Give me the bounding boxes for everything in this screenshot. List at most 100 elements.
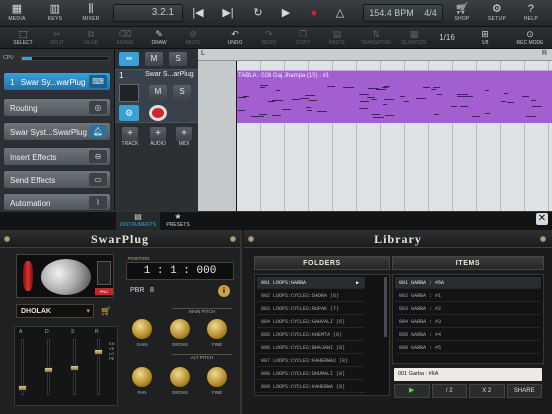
metronome-icon[interactable]: △	[332, 5, 348, 21]
folder-row[interactable]: 003 LOOPS:CYCLES:RUPAK (7)	[257, 303, 365, 315]
snap-button[interactable]: ⊞ 1/8	[470, 28, 500, 48]
keys-button[interactable]: ▥ KEYS	[42, 2, 68, 25]
track-solo-button[interactable]: S	[173, 85, 191, 100]
playhead[interactable]	[236, 61, 237, 211]
undo-button[interactable]: ↶ UNDO	[218, 28, 252, 48]
item-row[interactable]: 003 GARBA : #2	[395, 303, 541, 315]
share-button[interactable]: SHARE	[506, 384, 542, 398]
paste-button[interactable]: ▤ PASTE	[320, 28, 354, 48]
select-tool[interactable]: ⬚ SELECT	[6, 28, 40, 48]
midi-clip[interactable]: TABLA : 028 Gaj Jhampa (15) : #1	[236, 70, 552, 123]
item-row[interactable]: 002 GARBA : #1	[395, 290, 541, 302]
routing-item[interactable]: Routing ◎	[3, 98, 111, 117]
items-list[interactable]: 001 GARBA : #6A 002 GARBA : #1 003 GARBA :…	[392, 274, 544, 364]
instrument-select[interactable]: DHOLAK ▾	[16, 304, 94, 318]
item-row[interactable]: 005 GARBA : #4	[395, 329, 541, 341]
envelope-panel: A D S R ENVELOPE	[14, 326, 118, 406]
play-icon[interactable]: ▶	[278, 5, 294, 21]
folder-row[interactable]: 006 LOOPS:CYCLES:BHAJANI (8)	[257, 342, 365, 354]
add-audio-button[interactable]: + AUDIO	[147, 127, 169, 147]
draw-tool[interactable]: ✎ DRAW	[142, 28, 176, 48]
transpose-icon: ⇅	[372, 29, 380, 39]
header-mute-button[interactable]: M	[145, 52, 163, 66]
track-mode-icon[interactable]: ⇹	[119, 52, 139, 66]
shop-button[interactable]: 🛒︎ SHOP	[449, 2, 475, 25]
bell-icon[interactable]: 🔔︎	[89, 125, 107, 138]
timeline-ruler[interactable]: L R	[198, 49, 552, 61]
mixer-button[interactable]: ⫼ MIXER	[78, 2, 104, 25]
forward-to-end-icon[interactable]: ▶|	[220, 5, 236, 21]
release-slider[interactable]	[97, 339, 100, 395]
right-locator[interactable]: R	[542, 50, 547, 57]
tempo-display[interactable]: 154.4 BPM 4/4	[363, 4, 443, 22]
double-tempo-button[interactable]: X 2	[469, 384, 505, 398]
redo-button[interactable]: ↷ REDO	[252, 28, 286, 48]
add-track-button[interactable]: + TRACK	[119, 127, 141, 147]
pan-knob[interactable]	[131, 366, 153, 388]
automation-item[interactable]: Automation ⌇	[3, 193, 111, 211]
selected-item-field[interactable]: 001 Garba : #6A	[394, 368, 542, 381]
cart-icon[interactable]: 🛒︎	[98, 304, 114, 318]
folder-row[interactable]: 004 LOOPS:CYCLES:GAHVALI (6)	[257, 316, 365, 328]
header-solo-button[interactable]: S	[169, 52, 187, 66]
record-arm-button[interactable]	[149, 105, 167, 121]
fine-knob[interactable]	[206, 318, 228, 340]
folder-row[interactable]: 009 LOOPS:CYCLES:KAHERWA (8)	[257, 381, 365, 393]
track-header[interactable]: 1 Swar S...arPlug M S ⚙	[115, 69, 199, 123]
scrollbar[interactable]	[384, 277, 387, 337]
instrument-slot[interactable]: 1 Swar Sy...warPlug ⌨	[3, 72, 111, 91]
pnc-badge[interactable]: PNC	[95, 288, 113, 295]
folder-row[interactable]: 007 LOOPS:CYCLES:KAHERWA2 (8)	[257, 355, 365, 367]
help-button[interactable]: ? HELP	[518, 2, 544, 25]
setup-button[interactable]: ⚙ SETUP	[484, 2, 510, 25]
presets-tab[interactable]: ★ PRESETS	[160, 212, 196, 230]
info-icon[interactable]: i	[218, 285, 230, 297]
pbr-value[interactable]: 8	[150, 287, 154, 294]
folder-row[interactable]: 002 LOOPS:CYCLES:DADRA (6)	[257, 290, 365, 302]
left-locator[interactable]: L	[201, 50, 205, 57]
item-row[interactable]: 006 GARBA : #5	[395, 342, 541, 354]
arrange-view[interactable]: L R TABLA : 028 Gaj Jhampa (15) : #1	[198, 49, 552, 211]
loop-icon[interactable]: ↻	[250, 5, 266, 21]
mute-tool[interactable]: ⊘ MUTE	[176, 28, 210, 48]
position-display[interactable]: 3.2.1	[113, 4, 183, 22]
record-icon[interactable]: ●	[306, 5, 322, 21]
media-icon: ▦	[11, 3, 23, 15]
send-effects-item[interactable]: Send Effects ▭	[3, 170, 111, 189]
play-preview-button[interactable]: ▶	[394, 384, 430, 398]
folder-row[interactable]: 001 LOOPS:GARBA ▶	[257, 277, 365, 289]
track-settings-icon[interactable]: ⚙	[119, 105, 139, 121]
half-tempo-button[interactable]: / 2	[431, 384, 467, 398]
gain-knob[interactable]	[131, 318, 153, 340]
alt-fine-knob[interactable]	[206, 366, 228, 388]
attack-slider-handle[interactable]	[18, 385, 27, 391]
rewind-to-start-icon[interactable]: |◀	[190, 5, 206, 21]
quantize-button[interactable]: ▦ QUANTIZE	[396, 28, 432, 48]
plugin-slot[interactable]: Swar Syst...SwarPlug 🔔︎	[3, 122, 111, 141]
folder-row[interactable]: 008 LOOPS:CYCLES:DHUMALI (8)	[257, 368, 365, 380]
copy-button[interactable]: ❐ COPY	[286, 28, 320, 48]
item-row[interactable]: 004 GARBA : #3	[395, 316, 541, 328]
instruments-tab[interactable]: ▤ INSTRUMENTS	[116, 212, 160, 230]
erase-tool[interactable]: ⌫ ERASE	[108, 28, 142, 48]
track-mute-button[interactable]: M	[149, 85, 167, 100]
glue-tool[interactable]: ⧉ GLUE	[74, 28, 108, 48]
decay-slider-handle[interactable]	[44, 367, 53, 373]
close-icon[interactable]: ✕	[536, 213, 548, 225]
item-row[interactable]: 001 GARBA : #6A	[395, 277, 541, 289]
add-midi-button[interactable]: + MIDI	[173, 127, 195, 147]
folders-list[interactable]: 001 LOOPS:GARBA ▶ 002 LOOPS:CYCLES:DADRA (…	[254, 274, 390, 396]
split-tool[interactable]: ✂ SPLIT	[40, 28, 74, 48]
quantize-value[interactable]: 1/16	[432, 28, 462, 48]
alt-gross-knob[interactable]	[169, 366, 191, 388]
release-slider-handle[interactable]	[94, 349, 103, 355]
media-button[interactable]: ▦ MEDIA	[4, 2, 30, 25]
track-name: Swar S...arPlug	[145, 71, 194, 78]
insert-effects-item[interactable]: Insert Effects ⊖	[3, 147, 111, 166]
rec-mode-button[interactable]: ⊙ REC MODE	[512, 28, 548, 48]
transpose-button[interactable]: ⇅ TRANSPOSE	[356, 28, 396, 48]
sustain-slider-handle[interactable]	[70, 365, 79, 371]
gross-knob[interactable]	[169, 318, 191, 340]
keyboard-icon[interactable]: ⌨	[89, 75, 107, 88]
folder-row[interactable]: 005 LOOPS:CYCLES:KHEMTA (6)	[257, 329, 365, 341]
